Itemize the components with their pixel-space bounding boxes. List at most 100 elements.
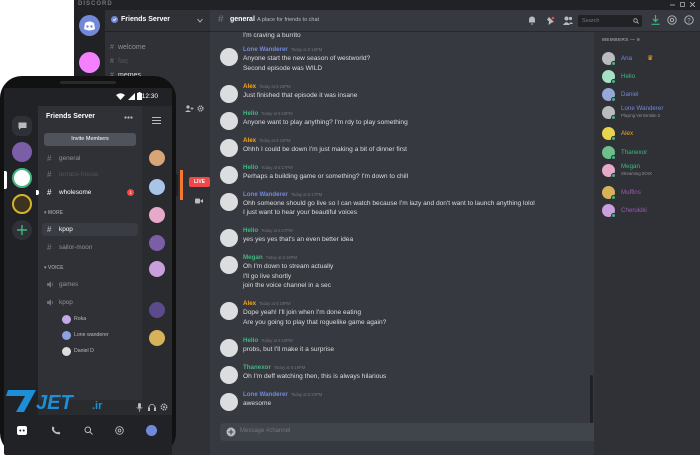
channel-item-welcome[interactable]: # welcome [109,42,206,54]
channel-item-faq[interactable]: # faq [109,56,206,68]
message-text: Oh I'm down to stream actually [243,263,334,270]
message-author[interactable]: Lone Wanderer Today at 6:17PM [243,191,322,198]
avatar[interactable] [220,365,238,384]
invite-members-button[interactable]: Invite Members [44,133,136,146]
gear-icon[interactable] [197,105,204,112]
hamburger-icon[interactable] [152,117,161,124]
avatar[interactable] [149,207,165,223]
server-icon-friends[interactable] [12,168,32,188]
channel-item-sailor-moon[interactable]: # sailor-moon [42,241,138,254]
add-attachment-icon[interactable] [226,427,236,437]
avatar[interactable] [220,111,238,130]
avatar[interactable] [220,84,238,103]
member-item[interactable]: Ana ♛ [602,50,698,68]
help-icon[interactable]: ? [684,15,694,25]
avatar[interactable] [220,138,238,157]
message-author[interactable]: Helio Today at 6:17PM [243,164,293,171]
microphone-icon[interactable] [136,403,143,412]
message-author[interactable]: Helio Today at 6:16PM [243,110,293,117]
selected-server-pill [4,171,7,189]
phone-call-icon[interactable] [51,426,61,435]
avatar[interactable] [220,229,238,247]
avatar[interactable] [149,302,165,318]
download-icon[interactable] [651,15,660,25]
app-title: DISCORD [78,1,113,7]
voice-user[interactable]: Daniel D [62,347,94,356]
avatar[interactable] [220,256,238,274]
avatar[interactable] [149,330,165,346]
more-options-icon[interactable] [124,116,133,119]
member-item[interactable]: Megan Streaming ZOIX [602,162,698,180]
avatar[interactable] [220,192,238,211]
avatar[interactable] [220,302,238,320]
member-item[interactable]: Thanexor [602,144,698,162]
voice-user[interactable]: Lone wanderer [62,331,109,340]
server-icon[interactable] [12,142,32,162]
discord-logo-icon[interactable] [17,426,27,435]
member-list-icon[interactable] [563,16,573,25]
avatar[interactable] [220,165,238,184]
dm-button[interactable] [12,116,32,136]
member-activity: Streaming ZOIX [621,171,652,176]
member-item[interactable]: Cherukiki [602,202,698,220]
mention-icon[interactable] [115,426,124,435]
message-author[interactable]: Alex Today at 6:16PM [243,137,291,144]
avatar[interactable] [220,48,238,66]
message-author[interactable]: Megan Today at 6:18PM [243,254,297,261]
avatar[interactable] [220,392,238,411]
message-text: Anyone start the new season of westworld… [243,55,371,62]
voice-user[interactable]: Roka [62,315,86,324]
message-author[interactable]: Helio Today at 6:17PM [243,227,293,234]
member-item[interactable]: Daniel [602,86,698,104]
member-name: Thanexor [621,149,648,156]
add-member-icon[interactable] [185,105,194,112]
message-author[interactable]: Lone Wanderer Today at 6:15PM [243,46,322,53]
mention-icon[interactable] [667,15,677,25]
avatar[interactable] [149,150,165,166]
channel-item-wholesome[interactable]: # wholesome 1 [42,186,138,199]
message-author[interactable]: Alex Today at 6:19PM [243,300,291,307]
message-author[interactable]: Thanexor Today at 6:19PM [243,364,305,371]
member-item[interactable]: Alex [602,125,698,143]
server-icon-friends[interactable] [79,52,100,73]
voice-channel-kpop[interactable]: kpop [42,296,138,309]
server-header[interactable]: Friends Server [105,10,210,32]
message-author[interactable]: Helio Today at 6:19PM [243,337,293,344]
member-item[interactable]: Lone Wanderer Playing Vermintide 2 [602,104,698,122]
search-icon[interactable] [84,426,93,435]
voice-user-name: Lone wanderer [74,332,109,338]
pin-icon[interactable] [546,16,555,25]
profile-avatar[interactable] [146,425,157,436]
avatar[interactable] [149,179,165,195]
member-item[interactable]: Muffins [602,184,698,202]
member-item[interactable]: Helio [602,68,698,86]
message-author[interactable]: Alex Today at 6:16PM [243,83,291,90]
server-icon[interactable] [12,194,32,214]
avatar[interactable] [149,235,165,251]
settings-gear-icon[interactable] [160,403,168,411]
avatar[interactable] [220,338,238,357]
chevron-down-icon[interactable] [197,18,203,23]
channel-item-kpop[interactable]: # kpop [42,223,138,236]
search-input[interactable]: Search [578,15,642,27]
category-label: MORE [47,210,63,216]
bell-icon[interactable] [528,16,536,25]
maximize-icon[interactable] [680,2,685,7]
voice-channel-games[interactable]: games [42,278,138,291]
message-text: Ohhh I could be down I'm just making a b… [243,145,407,153]
avatar[interactable] [149,261,165,277]
close-icon[interactable] [690,2,695,7]
headphones-icon[interactable] [148,403,156,411]
minimize-icon[interactable] [670,2,675,7]
category-more[interactable]: ▾ MORE [44,210,63,216]
channel-item-general[interactable]: # general [42,152,138,165]
message-scrollbar[interactable] [590,375,593,423]
hash-icon: # [47,154,52,163]
home-button[interactable] [79,15,100,36]
channel-item-terrace-house[interactable]: # terrace-house [42,168,138,181]
add-server-button[interactable] [12,220,32,240]
message-text: yes yes yes that's an even better idea [243,236,354,243]
message-author[interactable]: Lone Wanderer Today at 6:20PM [243,391,322,398]
phone-member-strip [142,106,172,429]
category-voice[interactable]: ▾ VOICE [44,265,63,271]
